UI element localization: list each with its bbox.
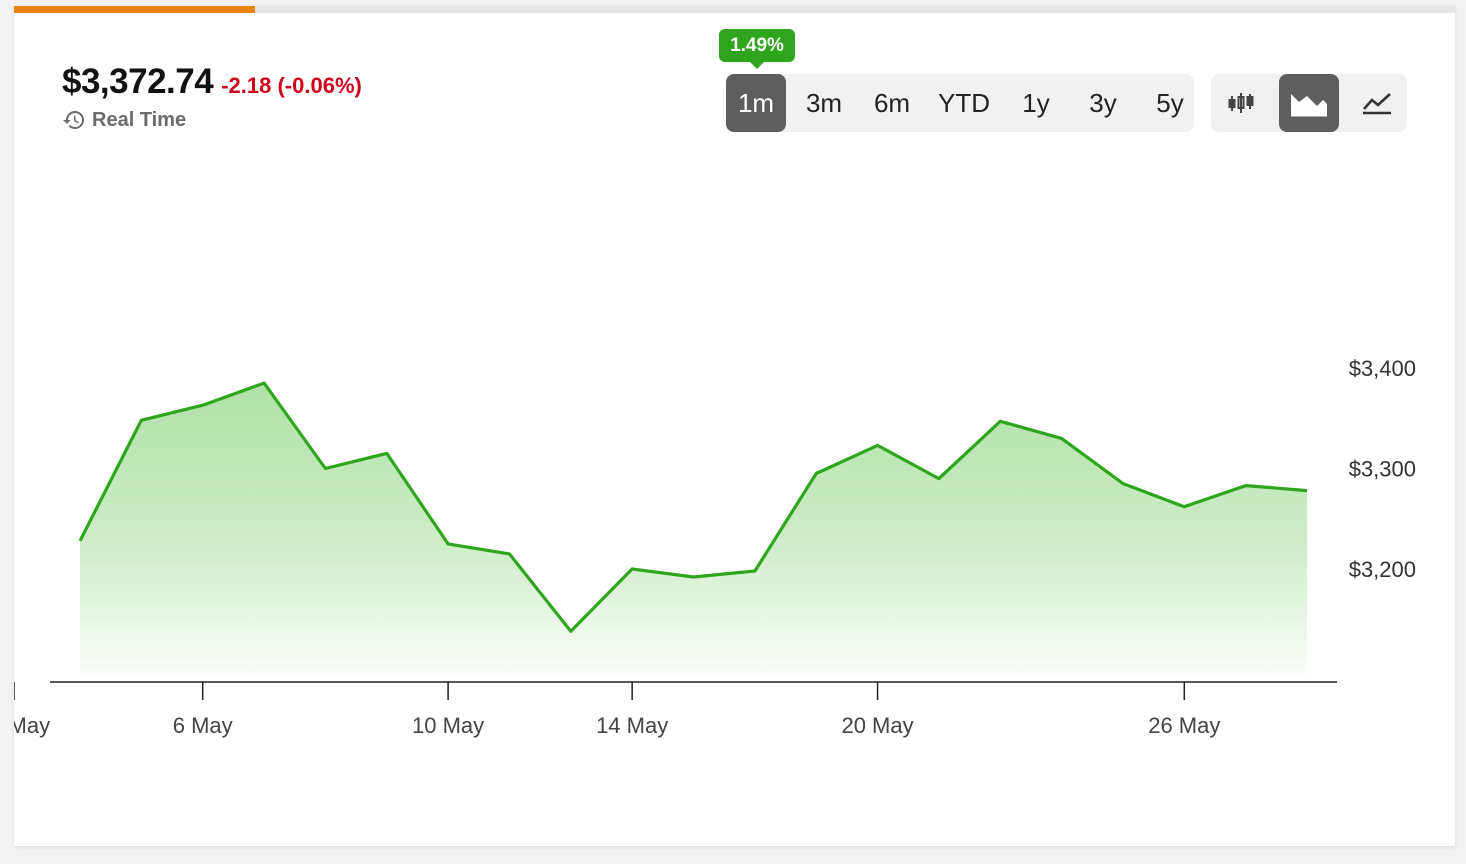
x-tick-label: 20 May <box>841 713 913 738</box>
y-tick-label: $3,400 <box>1349 356 1416 381</box>
x-tick-label: 26 May <box>1148 713 1220 738</box>
x-tick-label: 6 May <box>173 713 233 738</box>
price-chart: 6 May 10 May 14 May 20 May 26 May 30 May $3,20… <box>14 356 1416 738</box>
y-tick-label: $3,300 <box>1349 457 1416 482</box>
x-tick-label: 30 May <box>14 713 50 738</box>
x-tick-label: 14 May <box>596 713 668 738</box>
price-area <box>80 383 1307 676</box>
x-tick-label: 10 May <box>412 713 484 738</box>
y-tick-label: $3,200 <box>1349 557 1416 582</box>
chart-card: $3,372.74 -2.18 (-0.06%) Real Time 1.49%… <box>14 6 1455 846</box>
